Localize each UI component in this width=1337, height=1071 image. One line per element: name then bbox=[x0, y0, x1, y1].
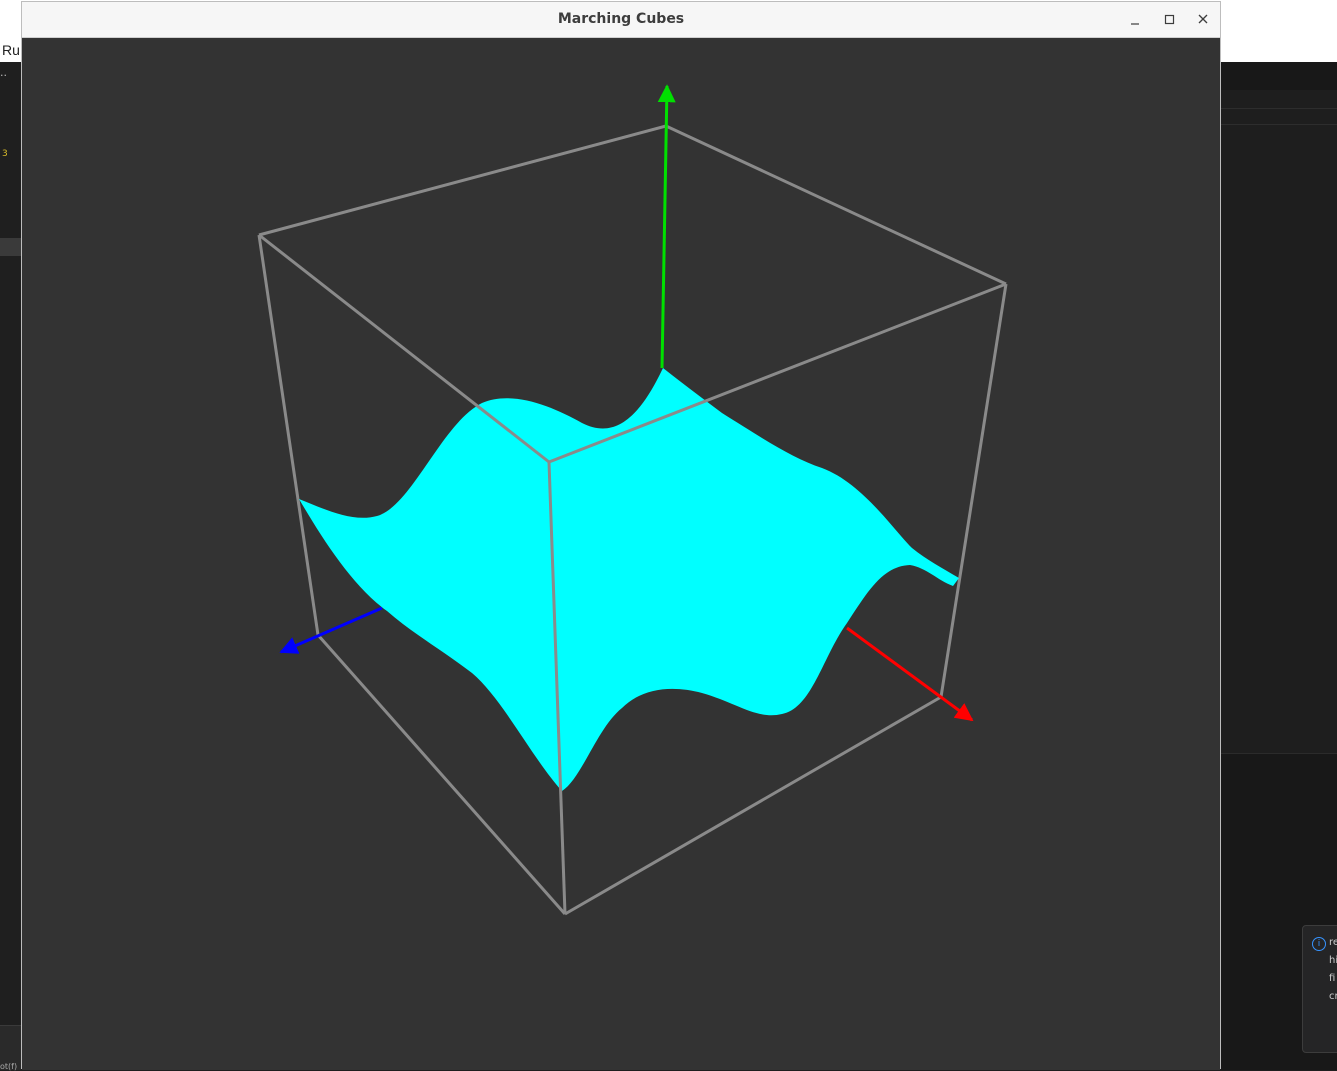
notification-line: hi bbox=[1329, 955, 1337, 966]
background-status-text: ot(f) bbox=[0, 1062, 18, 1071]
scene-canvas bbox=[22, 38, 1220, 1070]
notification-line: cr bbox=[1329, 991, 1337, 1002]
background-tabbar bbox=[1221, 62, 1337, 90]
close-button[interactable] bbox=[1191, 8, 1215, 32]
background-line-number: 3 bbox=[2, 149, 8, 159]
menu-item-run-partial[interactable]: Ru bbox=[2, 42, 20, 58]
background-ellipsis: .. bbox=[0, 66, 7, 79]
background-editor bbox=[1221, 90, 1337, 753]
minimize-button[interactable] bbox=[1123, 8, 1147, 32]
marching-cubes-window: Marching Cubes bbox=[21, 1, 1221, 1070]
notification-toast[interactable]: i re hi fi cr bbox=[1302, 925, 1337, 1053]
notification-line: re bbox=[1329, 937, 1337, 948]
background-editor-line bbox=[1221, 108, 1337, 109]
notification-line: fi bbox=[1329, 973, 1336, 984]
background-selected-row bbox=[0, 238, 21, 256]
info-icon: i bbox=[1312, 937, 1326, 951]
window-titlebar[interactable]: Marching Cubes bbox=[22, 2, 1220, 38]
window-title: Marching Cubes bbox=[557, 11, 685, 27]
maximize-icon bbox=[1164, 14, 1175, 25]
close-icon bbox=[1198, 14, 1208, 24]
background-left-gutter bbox=[0, 62, 21, 1069]
background-editor-line bbox=[1221, 124, 1337, 125]
render-viewport[interactable] bbox=[22, 38, 1220, 1070]
minimize-icon bbox=[1131, 23, 1139, 25]
maximize-button[interactable] bbox=[1157, 8, 1181, 32]
